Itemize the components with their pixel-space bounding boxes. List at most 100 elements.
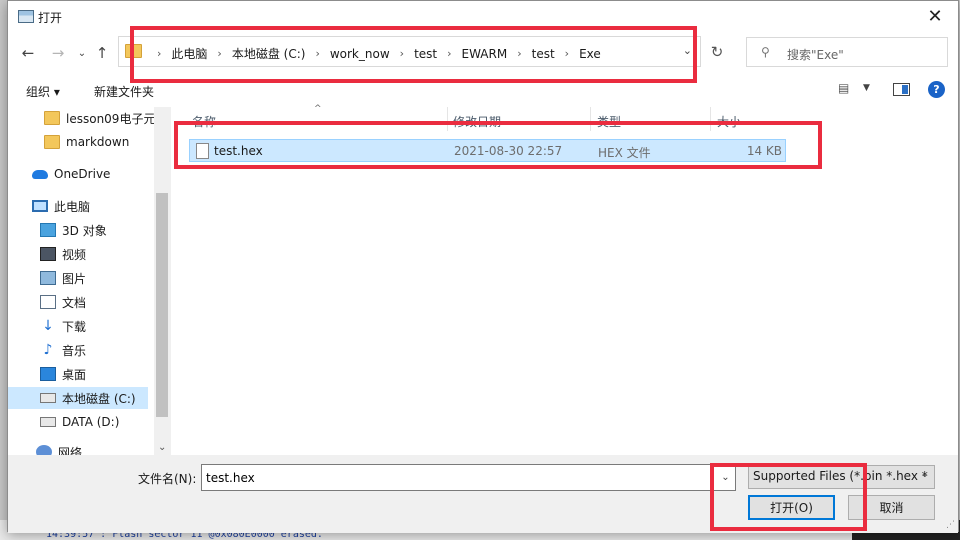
sidebar-item-label: 下载	[62, 319, 87, 334]
documents-icon	[40, 295, 56, 309]
new-folder-button[interactable]: 新建文件夹	[94, 83, 154, 100]
sidebar-item-markdown[interactable]: markdown	[8, 131, 148, 153]
chevron-down-icon[interactable]: ⌄	[683, 44, 692, 57]
sort-ascending-icon: ^	[314, 104, 322, 114]
filename-label: 文件名(N):	[138, 472, 197, 486]
file-type-filter-value: Supported Files (*.bin *.hex *	[753, 469, 928, 483]
chevron-down-icon[interactable]: ⌄	[158, 442, 166, 453]
column-header-type[interactable]: 类型	[597, 113, 621, 130]
file-row[interactable]: test.hex 2021-08-30 22:57 HEX 文件 14 KB	[189, 139, 786, 162]
sidebar-item-label: OneDrive	[54, 167, 111, 181]
drive-icon	[40, 393, 56, 403]
sidebar-item-label: 图片	[62, 271, 87, 286]
sidebar-item-this-pc[interactable]: 此电脑	[8, 195, 148, 217]
sidebar-item-onedrive[interactable]: OneDrive	[8, 163, 148, 185]
chevron-right-icon: ›	[157, 47, 162, 60]
chevron-right-icon: ›	[399, 47, 405, 60]
forward-arrow-icon[interactable]: →	[48, 43, 68, 63]
crumb-this-pc[interactable]: 此电脑	[171, 45, 207, 62]
view-options-icon[interactable]: ▤	[838, 81, 849, 95]
computer-icon	[32, 200, 48, 212]
crumb-local-disk-c[interactable]: 本地磁盘 (C:)	[232, 45, 306, 62]
sidebar-item-3d-objects[interactable]: 3D 对象	[8, 219, 148, 241]
file-list-header: ^ 名称 修改日期 类型 大小	[172, 104, 957, 131]
refresh-icon[interactable]: ↻	[705, 41, 729, 63]
3d-objects-icon	[40, 223, 56, 237]
up-arrow-icon[interactable]: ↑	[92, 43, 112, 63]
sidebar-item-label: 视频	[62, 247, 87, 262]
navigation-scrollbar[interactable]: ⌄	[154, 107, 171, 455]
search-placeholder: 搜索"Exe"	[787, 48, 844, 62]
crumb-test[interactable]: test	[414, 47, 437, 61]
sidebar-item-network[interactable]: 网络	[8, 441, 148, 455]
file-name: test.hex	[214, 144, 263, 158]
file-type-filter-select[interactable]: Supported Files (*.bin *.hex * ⌄	[748, 465, 935, 489]
column-divider[interactable]	[447, 107, 448, 131]
preview-pane-icon[interactable]	[893, 83, 910, 96]
sidebar-item-label: 文档	[62, 295, 87, 310]
resize-grip-icon[interactable]: ⋰	[946, 520, 955, 530]
sidebar-item-label: 本地磁盘 (C:)	[62, 391, 136, 406]
sidebar-item-label: DATA (D:)	[62, 415, 120, 429]
search-box[interactable]: ⚲ 搜索"Exe"	[746, 37, 948, 67]
chevron-right-icon: ›	[447, 47, 452, 60]
sidebar-item-desktop[interactable]: 桌面	[8, 363, 148, 385]
chevron-right-icon: ›	[217, 47, 222, 60]
sidebar-item-label: 3D 对象	[62, 223, 107, 238]
file-type: HEX 文件	[598, 146, 651, 160]
sidebar-item-local-disk-c[interactable]: 本地磁盘 (C:)	[8, 387, 148, 409]
address-bar[interactable]: › 此电脑 › 本地磁盘 (C:) › work_now › test › EW…	[118, 36, 701, 67]
sidebar-item-label: lesson09电子元	[66, 111, 156, 126]
window-app-icon	[18, 10, 34, 23]
cancel-button[interactable]: 取消	[848, 495, 935, 520]
crumb-ewarm[interactable]: EWARM	[462, 47, 508, 61]
column-header-size[interactable]: 大小	[717, 113, 741, 130]
crumb-test-2[interactable]: test	[532, 47, 555, 61]
chevron-right-icon: ›	[315, 47, 320, 60]
music-icon: ♪	[43, 342, 53, 358]
navigation-pane: lesson09电子元 markdown OneDrive 此电脑 3D 对象 …	[8, 107, 163, 455]
column-divider[interactable]	[710, 107, 711, 131]
back-arrow-icon[interactable]: ←	[18, 43, 38, 63]
chevron-down-icon: ⌄	[920, 469, 929, 480]
help-icon[interactable]: ?	[928, 81, 945, 98]
bottom-controls: 文件名(N): ⌄ Supported Files (*.bin *.hex *…	[8, 455, 958, 533]
folder-icon	[44, 135, 60, 149]
crumb-work-now[interactable]: work_now	[330, 47, 390, 61]
sidebar-item-videos[interactable]: 视频	[8, 243, 148, 265]
organize-button[interactable]: 组织 ▾	[26, 83, 60, 100]
drive-icon	[40, 417, 56, 427]
sidebar-item-label: markdown	[66, 135, 130, 149]
window-title: 打开	[38, 11, 63, 25]
sidebar-item-data-d[interactable]: DATA (D:)	[8, 411, 148, 433]
chevron-right-icon: ›	[517, 47, 522, 60]
open-button[interactable]: 打开(O)	[748, 495, 835, 520]
cloud-icon	[32, 169, 48, 179]
view-options-chevron-icon[interactable]: ▼	[863, 83, 870, 93]
sidebar-item-label: 网络	[58, 445, 83, 456]
file-icon	[196, 143, 209, 159]
file-modified-date: 2021-08-30 22:57	[454, 144, 563, 158]
video-icon	[40, 247, 56, 261]
sidebar-item-lesson09[interactable]: lesson09电子元	[8, 107, 155, 129]
chevron-right-icon: ›	[564, 47, 570, 60]
column-header-modified[interactable]: 修改日期	[453, 113, 501, 130]
desktop-icon	[40, 367, 56, 381]
crumb-exe[interactable]: Exe	[579, 47, 601, 61]
breadcrumb: › 此电脑 › 本地磁盘 (C:) › work_now › test › EW…	[147, 45, 601, 62]
scrollbar-thumb[interactable]	[156, 193, 168, 417]
sidebar-item-documents[interactable]: 文档	[8, 291, 148, 313]
network-icon	[36, 445, 52, 455]
sidebar-item-label: 音乐	[62, 343, 87, 358]
sidebar-item-downloads[interactable]: ↓ 下载	[8, 315, 148, 337]
column-divider[interactable]	[590, 107, 591, 131]
filename-input[interactable]	[201, 464, 726, 491]
sidebar-item-music[interactable]: ♪ 音乐	[8, 339, 148, 361]
sidebar-item-pictures[interactable]: 图片	[8, 267, 148, 289]
close-icon[interactable]: ✕	[912, 1, 958, 32]
search-icon: ⚲	[761, 45, 770, 59]
column-header-name[interactable]: 名称	[192, 113, 216, 130]
recent-locations-chevron-icon[interactable]: ⌄	[72, 43, 92, 63]
sidebar-item-label: 桌面	[62, 367, 87, 382]
filename-history-chevron-icon[interactable]: ⌄	[716, 464, 736, 491]
